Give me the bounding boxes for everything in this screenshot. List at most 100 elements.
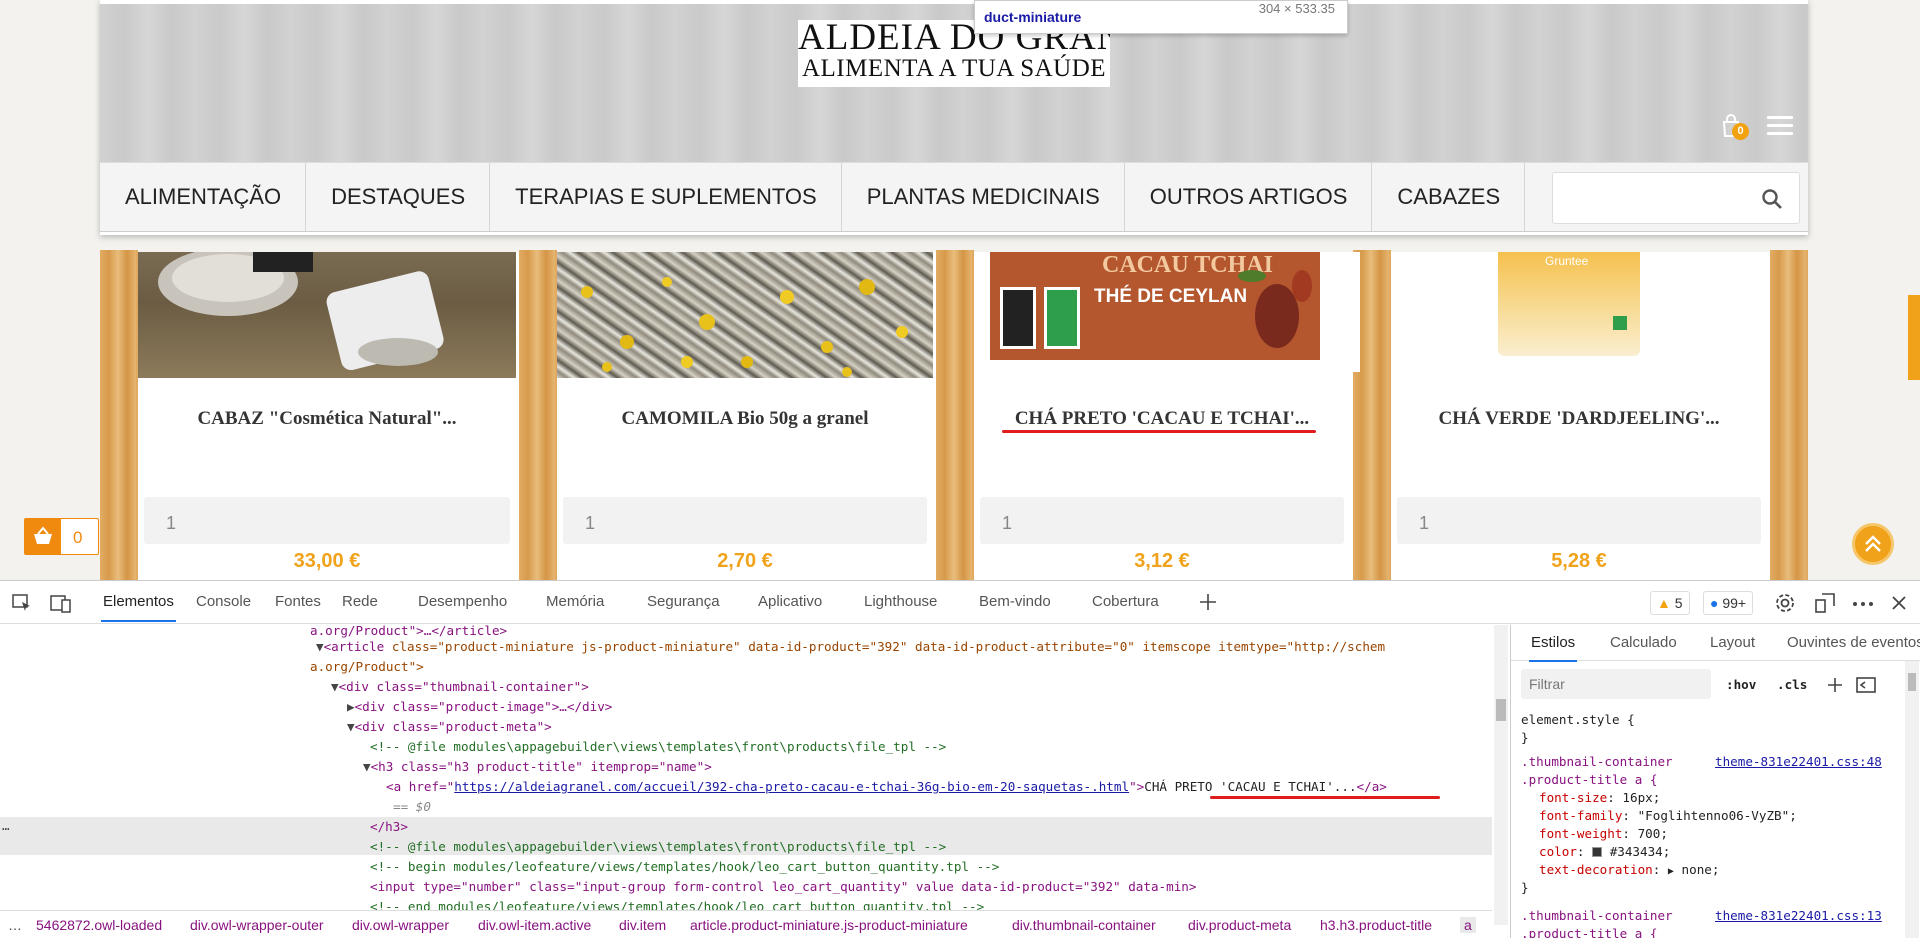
quantity-input[interactable]: 1 <box>563 497 927 544</box>
scrollbar-thumb[interactable] <box>1908 673 1916 691</box>
breadcrumb-item[interactable]: div.thumbnail-container <box>1012 917 1156 933</box>
new-style-rule-icon[interactable] <box>1826 676 1844 694</box>
tab-aplicativo[interactable]: Aplicativo <box>758 593 822 610</box>
add-tab-icon[interactable] <box>1198 592 1218 612</box>
nav-item-plantas[interactable]: PLANTAS MEDICINAIS <box>842 163 1125 231</box>
breadcrumb-item-active[interactable]: a <box>1460 917 1476 933</box>
expand-triangle-icon[interactable]: ▼ <box>316 639 324 654</box>
expand-triangle-icon[interactable]: ▼ <box>347 719 355 734</box>
tree-line-comment[interactable]: <!-- @file modules\appagebuilder\views\t… <box>370 737 946 757</box>
style-declaration[interactable]: font-family: "Foglihtenno06-VyZB"; <box>1539 807 1797 825</box>
rule-selector[interactable]: .thumbnail-container <box>1521 753 1673 771</box>
tab-estilos[interactable]: Estilos <box>1528 634 1578 662</box>
product-image[interactable] <box>557 252 933 378</box>
tab-calculado[interactable]: Calculado <box>1610 634 1677 651</box>
tab-lighthouse[interactable]: Lighthouse <box>864 593 937 610</box>
quantity-input[interactable]: 1 <box>1397 497 1761 544</box>
color-swatch[interactable] <box>1592 847 1603 857</box>
collapse-triangle-icon[interactable]: ▶ <box>347 699 355 714</box>
product-title[interactable]: CHÁ VERDE 'DARDJEELING'... <box>1391 408 1767 430</box>
breadcrumb-item[interactable]: article.product-miniature.js-product-min… <box>690 917 968 933</box>
breadcrumb-item[interactable]: div.owl-wrapper-outer <box>190 917 324 933</box>
tab-console[interactable]: Console <box>196 593 251 610</box>
product-title[interactable]: CAMOMILA Bio 50g a granel <box>557 408 933 430</box>
tree-line-comment[interactable]: <!-- @file modules\appagebuilder\views\t… <box>370 837 946 857</box>
tree-line-thumbnail[interactable]: ▼<div class="thumbnail-container"> <box>331 677 589 697</box>
tab-cobertura[interactable]: Cobertura <box>1092 593 1159 610</box>
tree-line-h3[interactable]: ▼<h3 class="h3 product-title" itemprop="… <box>363 757 712 777</box>
breadcrumb-item[interactable]: div.owl-item.active <box>478 917 591 933</box>
breadcrumb-overflow[interactable]: … <box>8 917 22 933</box>
product-image[interactable] <box>138 252 516 378</box>
inspect-element-icon[interactable] <box>12 594 32 612</box>
rule-selector[interactable]: .thumbnail-container <box>1521 907 1673 925</box>
product-image[interactable]: CACAU TCHAI THÉ DE CEYLAN <box>984 252 1360 372</box>
tab-desempenho[interactable]: Desempenho <box>418 593 507 610</box>
breadcrumb-item[interactable]: div.item <box>619 917 666 933</box>
element-style-selector[interactable]: element.style { <box>1521 711 1635 729</box>
tab-elementos[interactable]: Elementos <box>101 593 176 622</box>
scroll-to-top-button[interactable] <box>1852 523 1894 565</box>
product-title[interactable]: CHÁ PRETO 'CACAU E TCHAI'... <box>974 408 1350 430</box>
toggle-sidebar-icon[interactable] <box>1856 676 1876 694</box>
tree-line-input[interactable]: <input type="number" class="input-group … <box>370 877 1196 897</box>
product-title[interactable]: CABAZ "Cosmética Natural"... <box>138 408 516 430</box>
tab-ouvintes[interactable]: Ouvintes de eventos <box>1787 634 1920 651</box>
quantity-input[interactable]: 1 <box>980 497 1344 544</box>
style-declaration[interactable]: color: #343434; <box>1539 843 1670 861</box>
messages-count: 99+ <box>1722 595 1747 611</box>
stylesheet-link[interactable]: theme-831e22401.css:13 <box>1715 907 1882 925</box>
styles-filter-input[interactable]: Filtrar <box>1521 669 1711 699</box>
connection-icon[interactable] <box>1814 592 1836 614</box>
rule-selector[interactable]: .product-title a { <box>1521 771 1657 789</box>
floating-cart-button[interactable]: 0 <box>24 518 99 555</box>
tree-line-article[interactable]: ▼<article class="product-miniature js-pr… <box>316 637 1385 657</box>
hov-toggle[interactable]: :hov <box>1726 676 1756 694</box>
tab-memoria[interactable]: Memória <box>546 593 604 610</box>
anchor-href-link[interactable]: https://aldeiagranel.com/accueil/392-cha… <box>454 779 1129 794</box>
expand-triangle-icon[interactable]: ▶ <box>1668 866 1674 877</box>
stylesheet-link[interactable]: theme-831e22401.css:48 <box>1715 753 1882 771</box>
cls-toggle[interactable]: .cls <box>1777 676 1807 694</box>
tab-seguranca[interactable]: Segurança <box>647 593 720 610</box>
style-declaration[interactable]: font-size: 16px; <box>1539 789 1660 807</box>
nav-item-terapias[interactable]: TERAPIAS E SUPLEMENTOS <box>490 163 842 231</box>
expand-triangle-icon[interactable]: ▼ <box>331 679 339 694</box>
search-icon[interactable] <box>1761 188 1783 210</box>
breadcrumb-item[interactable]: div.owl-wrapper <box>352 917 449 933</box>
product-image[interactable]: Gruntee <box>1391 252 1767 378</box>
expand-triangle-icon[interactable]: ▼ <box>363 759 371 774</box>
messages-badge[interactable]: ● 99+ <box>1703 591 1754 615</box>
close-icon[interactable] <box>1891 595 1907 611</box>
nav-item-destaques[interactable]: DESTAQUES <box>306 163 491 231</box>
device-emulation-icon[interactable] <box>50 593 72 613</box>
more-options-icon[interactable] <box>1852 601 1874 607</box>
tab-bem-vindo[interactable]: Bem-vindo <box>979 593 1051 610</box>
search-input[interactable] <box>1552 172 1800 224</box>
nav-item-outros[interactable]: OUTROS ARTIGOS <box>1125 163 1373 231</box>
elements-scrollbar[interactable] <box>1494 625 1508 925</box>
tree-line-product-image[interactable]: ▶<div class="product-image">…</div> <box>347 697 612 717</box>
nav-item-cabazes[interactable]: CABAZES <box>1372 163 1526 231</box>
tree-line-product-meta[interactable]: ▼<div class="product-meta"> <box>347 717 552 737</box>
tab-layout[interactable]: Layout <box>1710 634 1755 651</box>
tab-fontes[interactable]: Fontes <box>275 593 321 610</box>
node-ellipsis[interactable]: ⋯ <box>2 819 10 839</box>
breadcrumb-item[interactable]: 5462872.owl-loaded <box>36 917 162 933</box>
settings-gear-icon[interactable] <box>1774 592 1796 614</box>
tree-line-anchor-selected[interactable]: <a href="https://aldeiagranel.com/accuei… <box>386 777 1387 797</box>
nav-item-alimentacao[interactable]: ALIMENTAÇÃO <box>100 163 307 231</box>
tree-line[interactable]: a.org/Product"> <box>310 657 424 677</box>
hamburger-menu-icon[interactable] <box>1767 116 1793 136</box>
tree-line-comment[interactable]: <!-- begin modules/leofeature/views/temp… <box>370 857 999 877</box>
tab-rede[interactable]: Rede <box>342 593 378 610</box>
warnings-badge[interactable]: ▲ 5 <box>1650 591 1690 615</box>
breadcrumb-item[interactable]: h3.h3.product-title <box>1320 917 1432 933</box>
style-declaration[interactable]: font-weight: 700; <box>1539 825 1668 843</box>
styles-scrollbar[interactable] <box>1905 661 1919 938</box>
breadcrumb-item[interactable]: div.product-meta <box>1188 917 1291 933</box>
rule-selector[interactable]: .product-title a { <box>1521 925 1657 938</box>
tree-line-h3-close[interactable]: </h3> <box>370 817 408 837</box>
quantity-input[interactable]: 1 <box>144 497 510 544</box>
style-declaration[interactable]: text-decoration: ▶ none; <box>1539 861 1719 881</box>
